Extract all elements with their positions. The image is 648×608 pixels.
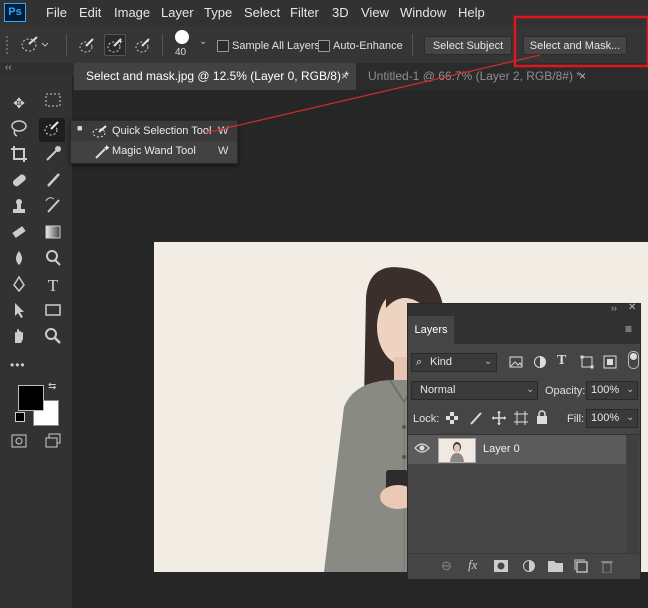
annotation-overlay <box>204 15 648 134</box>
annotation-line <box>204 54 541 134</box>
highlight-box <box>513 15 648 68</box>
